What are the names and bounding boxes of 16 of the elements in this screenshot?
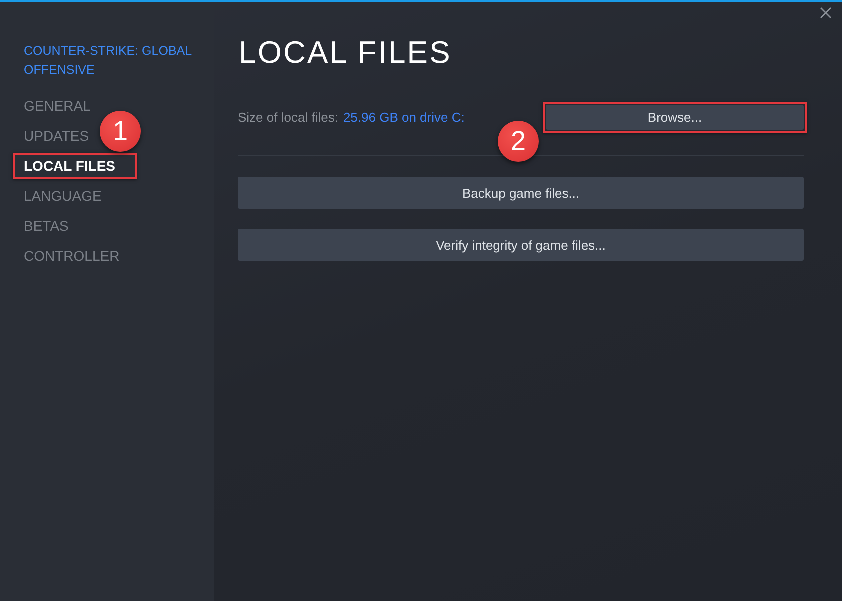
- action-button[interactable]: Backup game files...: [238, 177, 804, 209]
- browse-button[interactable]: Browse...: [546, 105, 804, 130]
- sidebar-item[interactable]: LOCAL FILES: [24, 156, 116, 176]
- step-number-marker: 1: [100, 111, 141, 152]
- sidebar-item[interactable]: CONTROLLER: [13, 246, 120, 266]
- size-value: 25.96 GB on drive C:: [343, 110, 465, 125]
- close-icon[interactable]: [820, 7, 832, 19]
- sidebar-item[interactable]: UPDATES: [13, 126, 90, 146]
- step-number-marker: 2: [498, 121, 539, 162]
- page-title: LOCAL FILES: [239, 35, 453, 71]
- sidebar-item[interactable]: LANGUAGE: [13, 186, 102, 206]
- action-button[interactable]: Verify integrity of game files...: [238, 229, 804, 261]
- size-label: Size of local files:: [238, 110, 338, 125]
- sidebar-item[interactable]: GENERAL: [13, 96, 91, 116]
- sidebar-item[interactable]: BETAS: [13, 216, 69, 236]
- game-title: COUNTER-STRIKE: GLOBAL OFFENSIVE: [23, 43, 193, 79]
